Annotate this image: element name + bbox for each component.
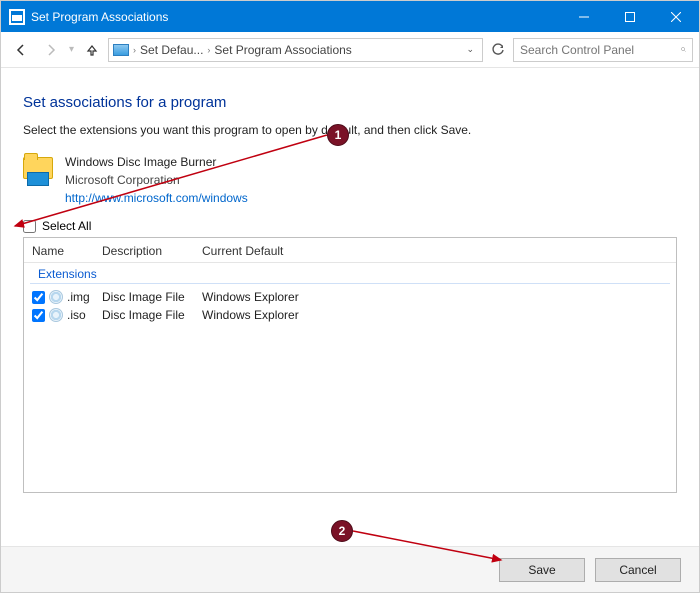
table-row[interactable]: .img Disc Image File Windows Explorer	[24, 288, 676, 306]
breadcrumb[interactable]: › Set Defau... › Set Program Association…	[108, 38, 483, 62]
list-header: Name Description Current Default	[24, 238, 676, 263]
table-row[interactable]: .iso Disc Image File Windows Explorer	[24, 306, 676, 324]
ext-default: Windows Explorer	[202, 308, 668, 322]
content-area: Set associations for a program Select th…	[1, 68, 699, 503]
extensions-list[interactable]: Name Description Current Default Extensi…	[23, 237, 677, 493]
disc-file-icon	[49, 290, 63, 304]
window-title: Set Program Associations	[31, 10, 561, 24]
ext-desc: Disc Image File	[102, 308, 202, 322]
footer-bar: Save Cancel	[1, 546, 699, 592]
col-desc[interactable]: Description	[102, 244, 202, 258]
ext-desc: Disc Image File	[102, 290, 202, 304]
control-panel-icon	[113, 44, 129, 56]
forward-button[interactable]	[37, 36, 65, 64]
col-def[interactable]: Current Default	[202, 244, 668, 258]
breadcrumb-item[interactable]: Set Defau...	[140, 43, 203, 57]
program-url-link[interactable]: http://www.microsoft.com/windows	[65, 191, 248, 205]
ext-default: Windows Explorer	[202, 290, 668, 304]
app-icon	[9, 9, 25, 25]
save-button[interactable]: Save	[499, 558, 585, 582]
ext-name: .img	[67, 290, 90, 304]
search-box[interactable]	[513, 38, 693, 62]
refresh-button[interactable]	[485, 38, 511, 62]
ext-name: .iso	[67, 308, 86, 322]
disc-file-icon	[49, 308, 63, 322]
callout-badge-2: 2	[331, 520, 353, 542]
title-bar: Set Program Associations	[1, 1, 699, 32]
cancel-button[interactable]: Cancel	[595, 558, 681, 582]
select-all-row[interactable]: Select All	[23, 219, 677, 233]
nav-bar: ▾ › Set Defau... › Set Program Associati…	[1, 32, 699, 68]
chevron-right-icon: ›	[207, 45, 210, 55]
history-dropdown-icon[interactable]: ▾	[69, 44, 74, 55]
maximize-button[interactable]	[607, 1, 653, 32]
breadcrumb-item[interactable]: Set Program Associations	[214, 43, 351, 57]
instruction-text: Select the extensions you want this prog…	[23, 123, 677, 137]
back-button[interactable]	[7, 36, 35, 64]
breadcrumb-dropdown-icon[interactable]: ⌄	[462, 44, 478, 55]
group-label: Extensions	[30, 263, 670, 284]
program-name: Windows Disc Image Burner	[65, 153, 248, 171]
up-button[interactable]	[78, 36, 106, 64]
page-title: Set associations for a program	[23, 94, 677, 111]
close-button[interactable]	[653, 1, 699, 32]
search-input[interactable]	[520, 43, 675, 57]
minimize-button[interactable]	[561, 1, 607, 32]
program-icon	[23, 153, 55, 185]
col-name[interactable]: Name	[32, 244, 102, 258]
select-all-checkbox[interactable]	[23, 220, 36, 233]
callout-badge-1: 1	[327, 124, 349, 146]
search-icon	[681, 43, 686, 56]
select-all-label: Select All	[42, 219, 91, 233]
program-info: Windows Disc Image Burner Microsoft Corp…	[23, 153, 677, 207]
chevron-right-icon: ›	[133, 45, 136, 55]
row-checkbox[interactable]	[32, 309, 45, 322]
row-checkbox[interactable]	[32, 291, 45, 304]
program-company: Microsoft Corporation	[65, 171, 248, 189]
